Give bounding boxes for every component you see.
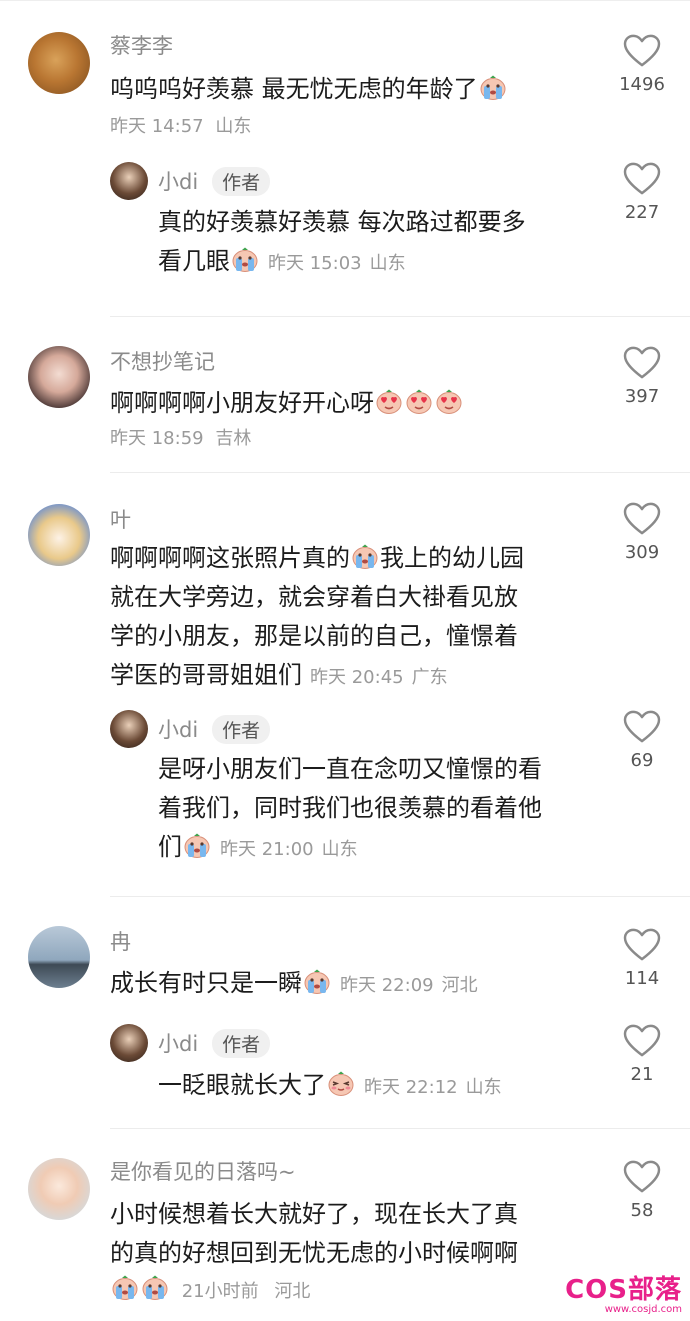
watermark-logo: COS部落 (565, 1275, 682, 1305)
comment-time: 昨天 22:09 (340, 975, 434, 996)
comment-location: 广东 (411, 667, 448, 688)
author-badge: 作者 (212, 167, 271, 196)
like-count: 69 (630, 750, 654, 771)
like-button[interactable]: 397 (602, 346, 682, 407)
crying-face-emoji-icon (351, 544, 379, 570)
comment-text[interactable]: 啊啊啊啊小朋友好开心呀 (110, 384, 464, 423)
like-count: 58 (630, 1200, 654, 1221)
heart-outline-icon (623, 710, 661, 744)
comment-location: 山东 (465, 1077, 502, 1098)
heart-outline-icon (623, 34, 661, 68)
like-count: 1496 (619, 74, 665, 95)
commenter-name[interactable]: 叶 (110, 504, 131, 534)
avatar[interactable] (28, 1158, 90, 1220)
avatar[interactable] (110, 1024, 148, 1062)
heart-eyes-face-emoji-icon (435, 389, 463, 415)
comment-meta: 21小时前 河北 (110, 1275, 310, 1303)
divider (110, 316, 690, 317)
comment-meta: 昨天 15:03 山东 (268, 253, 406, 274)
comment-meta: 昨天 14:57 山东 (110, 112, 251, 138)
like-count: 227 (624, 202, 660, 223)
comment-time: 昨天 15:03 (268, 253, 362, 274)
commenter-name[interactable]: 是你看见的日落吗~ (110, 1156, 296, 1186)
like-button[interactable]: 1496 (602, 34, 682, 95)
comment-text[interactable]: 是呀小朋友们一直在念叨又憧憬的看 着我们，同时我们也很羡慕的看着他 们昨天 21… (158, 750, 598, 869)
crying-face-emoji-icon (303, 969, 331, 995)
comment-time: 昨天 20:45 (310, 667, 404, 688)
like-button[interactable]: 309 (602, 502, 682, 563)
comment-text[interactable]: 小时候想着长大就好了，现在长大了真 的真的好想回到无忧无虑的小时候啊啊 (110, 1195, 590, 1273)
like-count: 114 (624, 968, 660, 989)
comment-text[interactable]: 真的好羡慕好羡慕 每次路过都要多 看几眼 昨天 15:03 山东 (158, 203, 588, 283)
comment-meta: 昨天 20:45 广东 (310, 667, 448, 688)
comment-location: 河北 (274, 1281, 311, 1302)
comment-location: 山东 (321, 839, 358, 860)
like-button[interactable]: 227 (602, 162, 682, 223)
author-badge: 作者 (212, 1029, 271, 1058)
divider (110, 472, 690, 473)
divider (110, 896, 690, 897)
comment-location: 山东 (369, 253, 406, 274)
avatar[interactable] (28, 926, 90, 988)
heart-outline-icon (623, 1160, 661, 1194)
divider (110, 1128, 690, 1129)
author-badge: 作者 (212, 715, 271, 744)
avatar[interactable] (110, 162, 148, 200)
comment-meta: 昨天 22:12 山东 (364, 1077, 502, 1098)
comment-time: 昨天 22:12 (364, 1077, 458, 1098)
crying-face-emoji-icon (141, 1275, 169, 1301)
avatar[interactable] (28, 504, 90, 566)
comment-location: 河北 (441, 975, 478, 996)
crying-face-emoji-icon (111, 1275, 139, 1301)
crying-face-emoji-icon (183, 833, 211, 859)
comment-text[interactable]: 成长有时只是一瞬 昨天 22:09 河北 (110, 964, 478, 1005)
comment-text[interactable]: 一眨眼就长大了 昨天 22:12 山东 (158, 1066, 502, 1107)
blushing-face-emoji-icon (327, 1071, 355, 1097)
avatar[interactable] (28, 32, 90, 94)
comment-time: 21小时前 (181, 1281, 259, 1302)
heart-eyes-face-emoji-icon (375, 389, 403, 415)
commenter-name[interactable]: 冉 (110, 926, 131, 956)
comment-time: 昨天 14:57 (110, 116, 204, 137)
like-button[interactable]: 114 (602, 928, 682, 989)
avatar[interactable] (28, 346, 90, 408)
comment-location: 山东 (215, 116, 252, 137)
heart-outline-icon (623, 928, 661, 962)
commenter-name: 小di 作者 (158, 166, 271, 196)
commenter-name[interactable]: 蔡李李 (110, 30, 173, 60)
like-count: 397 (624, 386, 660, 407)
like-button[interactable]: 58 (602, 1160, 682, 1221)
crying-face-emoji-icon (479, 75, 507, 101)
comment-meta: 昨天 21:00 山东 (220, 839, 358, 860)
avatar[interactable] (110, 710, 148, 748)
heart-outline-icon (623, 1024, 661, 1058)
site-watermark: COS部落 www.cosjd.com (565, 1269, 682, 1315)
crying-face-emoji-icon (231, 247, 259, 273)
heart-eyes-face-emoji-icon (405, 389, 433, 415)
like-count: 21 (630, 1064, 654, 1085)
heart-outline-icon (623, 502, 661, 536)
commenter-name[interactable]: 不想抄笔记 (110, 346, 215, 376)
comment-time: 昨天 21:00 (220, 839, 314, 860)
like-count: 309 (624, 542, 660, 563)
comment-time: 昨天 18:59 (110, 428, 204, 449)
comment-text[interactable]: 呜呜呜好羡慕 最无忧无虑的年龄了 (110, 70, 508, 109)
like-button[interactable]: 69 (602, 710, 682, 771)
top-divider (0, 0, 690, 1)
comment-meta: 昨天 22:09 河北 (340, 975, 478, 996)
commenter-name: 小di 作者 (158, 714, 271, 744)
comment-location: 吉林 (215, 428, 252, 449)
heart-outline-icon (623, 346, 661, 380)
commenter-name: 小di 作者 (158, 1028, 271, 1058)
comment-meta: 昨天 18:59 吉林 (110, 424, 251, 450)
heart-outline-icon (623, 162, 661, 196)
like-button[interactable]: 21 (602, 1024, 682, 1085)
comment-text[interactable]: 啊啊啊啊这张照片真的 我上的幼儿园 就在大学旁边，就会穿着白大褂看见放 学的小朋友… (110, 539, 590, 697)
